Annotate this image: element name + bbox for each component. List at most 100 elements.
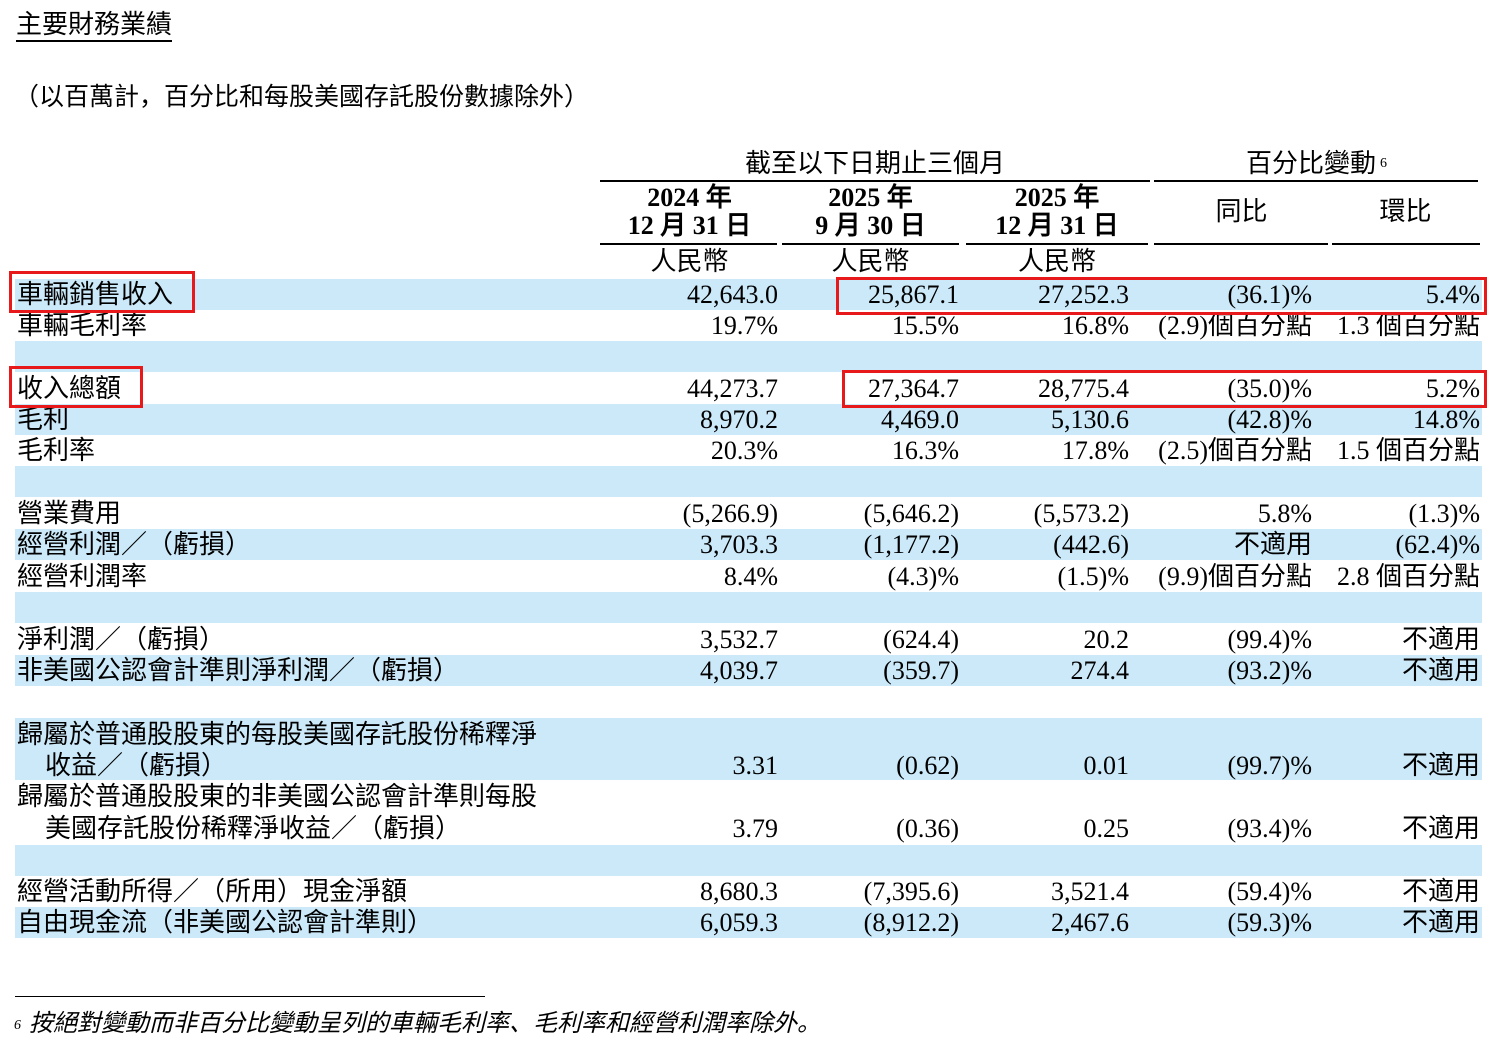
cell-2024q4: 3,532.7 [700,625,778,654]
cell-2025q4: 0.01 [1083,751,1130,780]
cell-qoq: 不適用 [1401,625,1480,654]
cell-2025q4: (1.5)% [1057,562,1129,591]
cell-2025q3: 4,469.0 [881,405,959,434]
header-rule-col5 [1332,243,1480,245]
cell-2024q4: 4,039.7 [700,656,778,685]
header-col-2025-09-30: 2025 年9 月 30 日 [815,183,926,240]
highlight-total-revenue-label [9,366,143,408]
row-label: 非美國公認會計準則淨利潤／（虧損） [17,656,460,685]
cell-2025q4: (442.6) [1053,530,1129,559]
cell-2025q4: 3,521.4 [1051,877,1129,906]
row-free-cash-flow: 自由現金流（非美國公認會計準則） 6,059.3 (8,912.2) 2,467… [15,907,1482,938]
row-net-profit: 淨利潤／（虧損） 3,532.7 (624.4) 20.2 (99.4)% 不適… [15,624,1482,655]
cell-2025q3: (5,646.2) [863,499,959,528]
cell-2024q4: 8,680.3 [700,877,778,906]
header-rule-col2 [782,243,959,245]
cell-2024q4: 44,273.7 [687,374,778,403]
row-label: 車輛毛利率 [17,311,148,340]
header-rule-change [1154,180,1478,182]
footnote-mark: 6 [14,1018,21,1033]
cell-yoy: 5.8% [1257,499,1312,528]
cell-2025q4: 274.4 [1070,656,1130,685]
highlight-vehicle-sales-label [9,271,195,313]
currency-col1: 人民幣 [650,247,729,276]
cell-2024q4: 3,703.3 [700,530,778,559]
row-operating-margin: 經營利潤率 8.4% (4.3)% (1.5)% (9.9)個百分點 2.8 個… [15,561,1482,592]
row-label: 毛利 [17,405,70,434]
row-label-cont: 收益／（虧損） [45,751,228,780]
band [15,341,1482,372]
row-label-cont: 美國存託股份稀釋淨收益／（虧損） [45,814,462,843]
cell-qoq: 不適用 [1401,656,1480,685]
cell-2025q3: (7,395.6) [863,877,959,906]
cell-qoq: (1.3)% [1408,499,1480,528]
header-col-2024-12-31: 2024 年 12 月 31 日 [627,183,752,240]
highlight-vehicle-sales-values [836,277,1487,315]
cell-2025q4: 5,130.6 [1051,405,1129,434]
header-rule-col4 [1154,243,1328,245]
cell-2024q4: 3.31 [732,751,779,780]
cell-2025q4: (5,573.2) [1033,499,1129,528]
cell-qoq: (62.4)% [1395,530,1480,559]
cell-yoy: (93.2)% [1227,656,1312,685]
cell-qoq: 不適用 [1401,751,1480,780]
row-gross-profit: 毛利 8,970.2 4,469.0 5,130.6 (42.8)% 14.8% [15,404,1482,435]
cell-yoy: (99.4)% [1227,625,1312,654]
cell-2024q4: 19.7% [710,311,778,340]
cell-qoq: 不適用 [1401,877,1480,906]
row-label: 淨利潤／（虧損） [17,625,226,654]
cell-qoq: 14.8% [1412,405,1480,434]
cell-yoy: 不適用 [1233,530,1312,559]
row-label: 經營利潤率 [17,562,148,591]
cell-2024q4: 3.79 [732,814,779,843]
units-note: （以百萬計，百分比和每股美國存託股份數據除外） [14,84,590,111]
cell-2024q4: 8.4% [723,562,778,591]
cell-2025q4: 2,467.6 [1051,908,1129,937]
row-operating-profit: 經營利潤／（虧損） 3,703.3 (1,177.2) (442.6) 不適用 … [15,529,1482,560]
cell-2025q3: (359.7) [883,656,959,685]
row-label: 經營活動所得／（所用）現金淨額 [17,877,408,906]
row-label: 營業費用 [17,499,122,528]
cell-2025q4: 20.2 [1083,625,1130,654]
row-non-gaap-eps-label: 歸屬於普通股股東的非美國公認會計準則每股 [15,781,1482,812]
cell-qoq: 不適用 [1401,814,1480,843]
footnote-text: 按絕對變動而非百分比變動呈列的車輛毛利率、毛利率和經營利潤率除外。 [29,1011,821,1037]
row-diluted-eps-label: 歸屬於普通股股東的每股美國存託股份稀釋淨 [15,719,1482,750]
row-label: 歸屬於普通股股東的每股美國存託股份稀釋淨 [17,720,538,749]
cell-2024q4: (5,266.9) [682,499,778,528]
cell-qoq: 2.8 個百分點 [1336,562,1480,591]
band [15,466,1482,497]
header-col-yoy: 同比 [1215,197,1268,226]
row-gross-margin: 毛利率 20.3% 16.3% 17.8% (2.5)個百分點 1.5 個百分點 [15,435,1482,466]
header-col-qoq: 環比 [1379,197,1432,226]
cell-2025q3: (1,177.2) [863,530,959,559]
currency-col3: 人民幣 [1017,247,1096,276]
row-non-gaap-net-profit: 非美國公認會計準則淨利潤／（虧損） 4,039.7 (359.7) 274.4 … [15,655,1482,686]
cell-2024q4: 8,970.2 [700,405,778,434]
cell-2025q3: (0.36) [896,814,959,843]
cell-qoq: 不適用 [1401,908,1480,937]
cell-2025q4: 0.25 [1083,814,1130,843]
highlight-total-revenue-values [842,370,1487,408]
cell-2024q4: 6,059.3 [700,908,778,937]
header-change-group: 百分比變動 6 [1245,149,1387,178]
row-label: 自由現金流（非美國公認會計準則） [17,908,434,937]
cell-yoy: (59.4)% [1227,877,1312,906]
page-title: 主要財務業績 [16,10,173,42]
cell-2025q4: 17.8% [1061,436,1129,465]
row-operating-expenses: 營業費用 (5,266.9) (5,646.2) (5,573.2) 5.8% … [15,498,1482,529]
row-non-gaap-eps: 美國存託股份稀釋淨收益／（虧損） 3.79 (0.36) 0.25 (93.4)… [15,813,1482,844]
header-period-group: 截至以下日期止三個月 [744,149,1005,178]
footnote: 6 按絕對變動而非百分比變動呈列的車輛毛利率、毛利率和經營利潤率除外。 [14,1007,821,1041]
cell-2025q3: (8,912.2) [863,908,959,937]
cell-2025q3: (4.3)% [887,562,959,591]
cell-yoy: (93.4)% [1227,814,1312,843]
cell-yoy: (42.8)% [1227,405,1312,434]
footnote-ref: 6 [1380,156,1387,171]
row-label: 毛利率 [17,436,96,465]
band [15,592,1482,623]
cell-qoq: 1.5 個百分點 [1336,436,1480,465]
cell-yoy: (99.7)% [1227,751,1312,780]
row-diluted-eps: 收益／（虧損） 3.31 (0.62) 0.01 (99.7)% 不適用 [15,750,1482,781]
cell-2024q4: 42,643.0 [687,280,778,309]
